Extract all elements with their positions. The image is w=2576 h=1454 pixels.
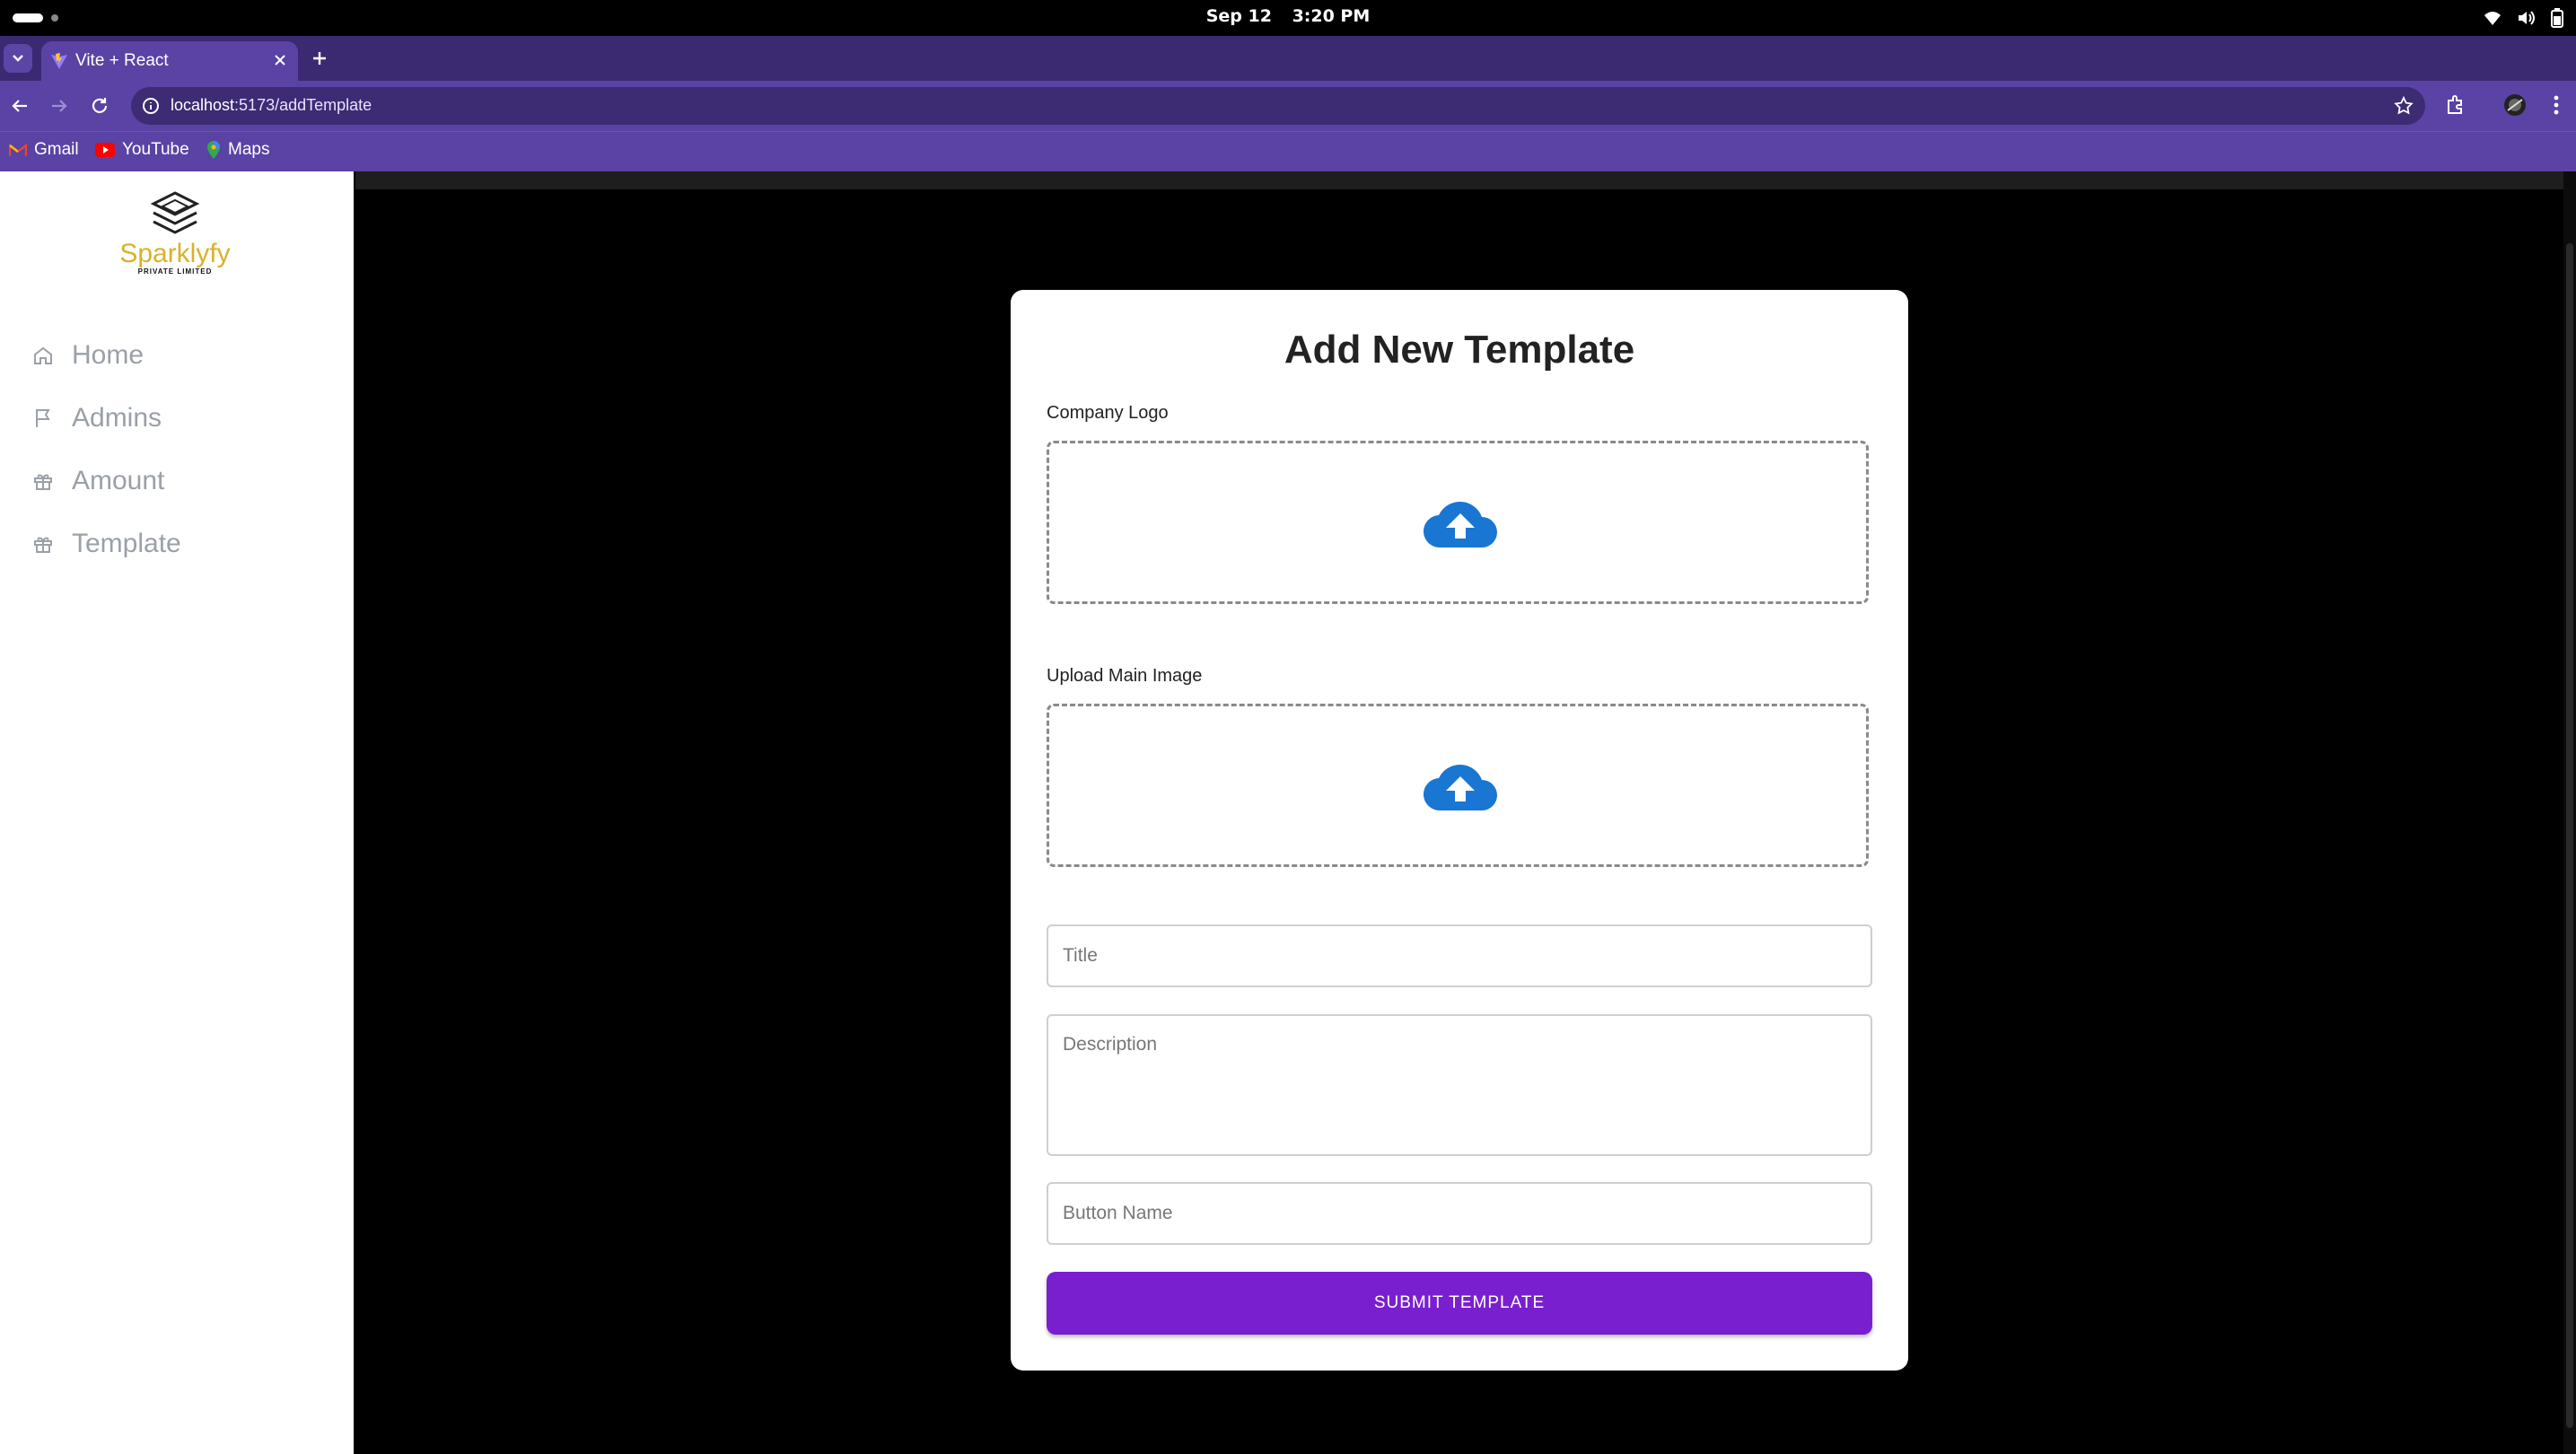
bookmark-youtube[interactable]: YouTube <box>95 140 189 160</box>
profile-avatar-icon[interactable] <box>2502 92 2528 118</box>
sidebar-item-admins[interactable]: Admins <box>32 400 162 436</box>
cloud-upload-icon <box>1423 501 1497 548</box>
extensions-icon[interactable] <box>2443 92 2468 118</box>
url-host: localhost <box>171 96 235 114</box>
maps-icon <box>207 141 220 159</box>
button-name-input[interactable] <box>1047 1182 1872 1245</box>
description-textarea[interactable] <box>1047 1014 1872 1156</box>
tab-search-button[interactable] <box>4 44 32 73</box>
browser-tabstrip: Vite + React <box>0 36 2576 81</box>
youtube-icon <box>95 143 115 157</box>
title-input[interactable] <box>1047 924 1872 987</box>
bookmark-label: Gmail <box>34 140 79 159</box>
tab-title: Vite + React <box>75 51 169 70</box>
page-scrollbar[interactable] <box>2563 171 2576 1454</box>
company-logo-label: Company Logo <box>1047 403 1169 423</box>
flag-icon <box>36 409 50 427</box>
url-path: :5173/addTemplate <box>234 96 372 114</box>
company-logo[interactable]: Sparklyfy PRIVATE LIMITED <box>108 191 242 276</box>
volume-icon <box>2519 11 2535 25</box>
system-clock[interactable]: Sep 12 3:20 PM <box>0 6 2576 26</box>
company-logo-dropzone[interactable] <box>1047 441 1869 604</box>
main-image-dropzone[interactable] <box>1047 704 1869 867</box>
sidebar-item-label: Home <box>72 340 145 370</box>
bookmark-star-icon[interactable] <box>2393 95 2414 117</box>
gift-icon <box>34 474 52 490</box>
sparklyfy-logo-icon <box>150 191 200 234</box>
bookmark-maps[interactable]: Maps <box>206 140 269 160</box>
tab-active[interactable]: Vite + React <box>41 41 298 81</box>
sidebar-item-home[interactable]: Home <box>32 337 144 373</box>
sidebar-item-amount[interactable]: Amount <box>32 463 164 499</box>
chevron-down-icon <box>13 55 23 62</box>
bookmark-gmail[interactable]: Gmail <box>9 140 79 160</box>
wifi-icon <box>2484 12 2501 25</box>
sidebar: Sparklyfy PRIVATE LIMITED Home Admins Am… <box>0 171 354 1454</box>
sidebar-item-label: Template <box>72 529 181 558</box>
scrollbar-thumb[interactable] <box>2566 243 2573 1428</box>
site-info-icon[interactable] <box>140 95 162 117</box>
main-image-label: Upload Main Image <box>1047 666 1203 686</box>
battery-icon <box>2551 8 2563 28</box>
bookmark-label: YouTube <box>122 140 189 159</box>
logo-name: Sparklyfy <box>119 239 231 268</box>
more-menu-icon[interactable] <box>2544 92 2569 118</box>
url-text[interactable]: localhost:5173/addTemplate <box>171 96 372 115</box>
address-bar[interactable]: localhost:5173/addTemplate <box>131 87 2425 125</box>
close-tab-icon[interactable] <box>269 49 291 71</box>
submit-template-button[interactable]: SUBMIT TEMPLATE <box>1047 1272 1872 1335</box>
home-icon <box>34 346 52 364</box>
gift-icon <box>34 537 52 553</box>
cloud-upload-icon <box>1423 764 1497 811</box>
page-title: Add New Template <box>1284 328 1635 372</box>
reload-icon[interactable] <box>87 93 112 118</box>
new-tab-icon[interactable] <box>309 48 330 69</box>
vite-favicon-icon <box>51 53 67 69</box>
sidebar-item-template[interactable]: Template <box>32 526 181 562</box>
sidebar-item-label: Admins <box>72 403 162 433</box>
add-template-form: Add New Template Company Logo Upload Mai… <box>1011 290 1908 1371</box>
os-top-bar: Sep 12 3:20 PM <box>0 0 2576 36</box>
sidebar-item-label: Amount <box>72 466 165 495</box>
back-icon[interactable] <box>7 93 32 118</box>
forward-icon[interactable] <box>47 93 72 118</box>
gmail-icon <box>9 143 27 156</box>
clock-time: 3:20 PM <box>1292 6 1371 26</box>
browser-toolbar: localhost:5173/addTemplate <box>0 81 2576 131</box>
clock-date: Sep 12 <box>1205 6 1272 26</box>
bookmark-label: Maps <box>228 140 270 159</box>
main-top-strip <box>355 171 2563 189</box>
bookmarks-bar: Gmail YouTube Maps <box>0 131 2576 171</box>
system-tray[interactable] <box>2483 6 2563 30</box>
